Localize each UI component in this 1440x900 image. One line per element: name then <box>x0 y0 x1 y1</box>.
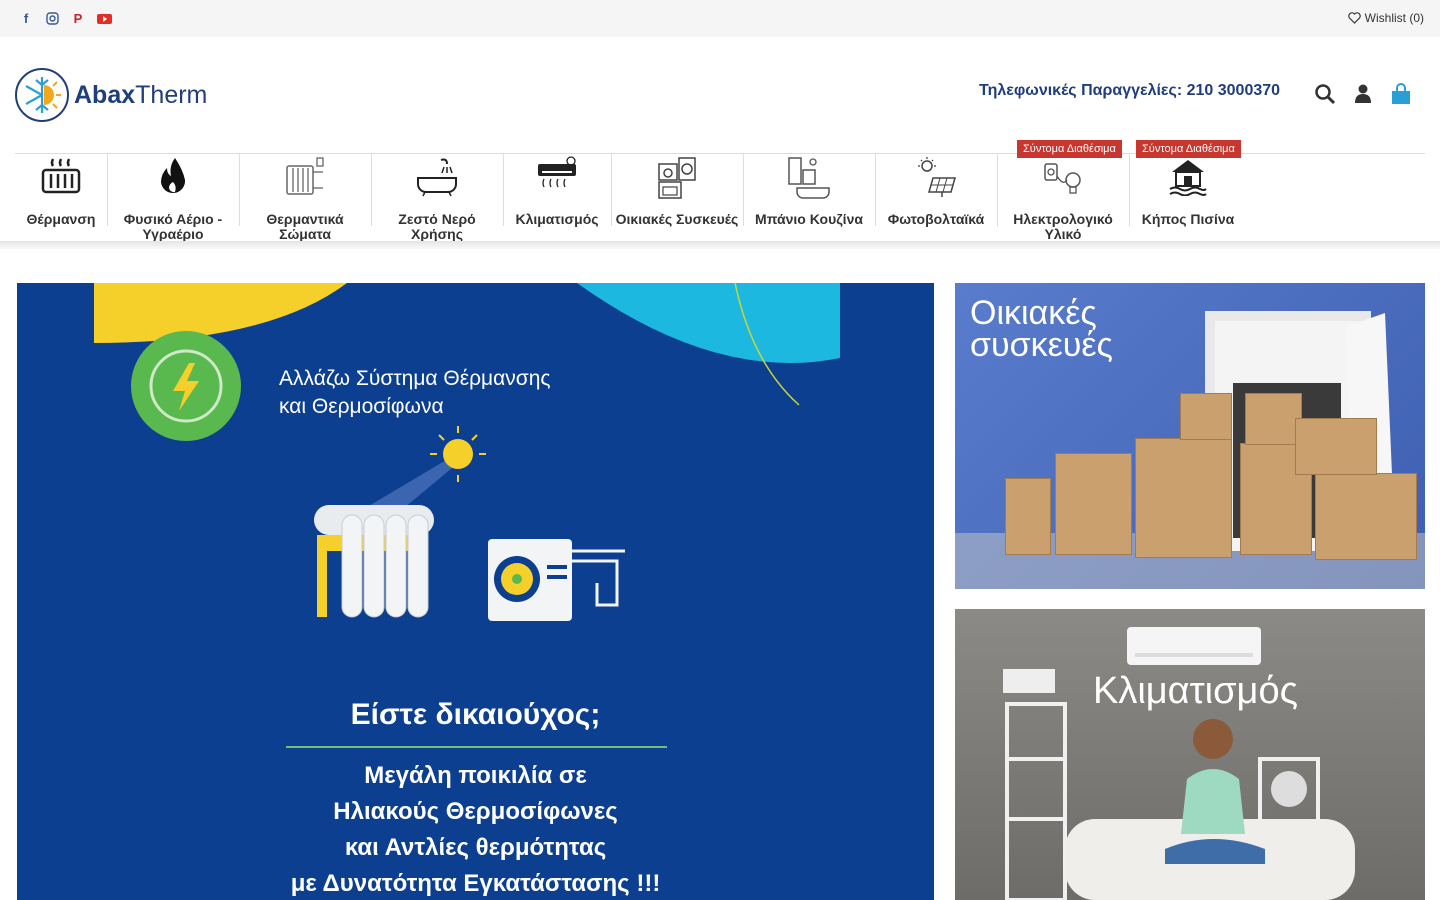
heater-icon <box>41 158 81 194</box>
pinterest-icon[interactable]: P <box>70 10 86 26</box>
box <box>1135 438 1232 558</box>
nav-item-garden-pool[interactable]: Σύντομα Διαθέσιμα Κήπος Πισίνα <box>1129 140 1247 227</box>
nav-item-air-conditioning[interactable]: Κλιματισμός <box>503 154 612 227</box>
logo[interactable]: AbaxTherm <box>14 67 207 123</box>
wishlist-link[interactable]: Wishlist (0) <box>1347 11 1424 25</box>
box <box>1180 393 1232 440</box>
nav-item-bath-kitchen[interactable]: Μπάνιο Κουζίνα <box>743 154 876 227</box>
wishlist-label: Wishlist (0) <box>1364 11 1424 25</box>
promo-air-conditioning[interactable]: Κλιματισμός <box>955 609 1425 900</box>
search-icon[interactable] <box>1314 83 1336 105</box>
logo-text: AbaxTherm <box>74 80 208 109</box>
nav-item-electrical[interactable]: Σύντομα Διαθέσιμα Ηλεκτρολογικό Υλικό <box>997 140 1130 242</box>
site-header: AbaxTherm Τηλεφωνικές Παραγγελίες: 210 3… <box>0 37 1440 153</box>
box <box>1295 418 1377 475</box>
bath-kitchen-icon <box>788 157 830 199</box>
bathtub-icon <box>417 158 457 197</box>
flame-icon <box>161 158 186 194</box>
air-conditioning-scene <box>1003 627 1355 900</box>
nav-label: Ζεστό Νερό Χρήσης <box>398 211 476 242</box>
phone-orders[interactable]: Τηλεφωνικές Παραγγελίες: 210 3000370 <box>979 82 1280 100</box>
nav-item-appliances[interactable]: Οικιακές Συσκευές <box>611 154 744 227</box>
nav-label: Θερμαντικά Σώματα <box>266 211 344 242</box>
promo-appliances[interactable]: Οικιακές συσκευές <box>955 283 1425 589</box>
nav-label: Φωτοβολταϊκά <box>887 211 985 227</box>
top-bar: f P Wishlist (0) <box>0 0 1440 37</box>
nav-item-hot-water[interactable]: Ζεστό Νερό Χρήσης <box>371 154 504 242</box>
nav-label: Φυσικό Αέριο - Υγραέριο <box>123 211 223 242</box>
snowflake-sun-logo-icon <box>15 68 69 122</box>
hero-banner[interactable]: Αλλάζω Σύστημα Θέρμανσης και Θερμοσίφωνα… <box>17 283 934 900</box>
category-menu: Θέρμανση Φυσικό Αέριο - Υγραέριο Θερμαντ… <box>15 140 1425 242</box>
nav-label: Μπάνιο Κουζίνα <box>755 211 863 227</box>
header-actions <box>1314 83 1412 105</box>
box <box>1315 473 1417 560</box>
youtube-icon[interactable] <box>96 10 112 26</box>
nav-label: Κήπος Πισίνα <box>1141 211 1235 227</box>
air-conditioner-icon <box>538 156 576 188</box>
nav-item-heating[interactable]: Θέρμανση <box>15 154 108 227</box>
hero-question: Είστε δικαιούχος; <box>350 698 601 731</box>
user-icon[interactable] <box>1353 83 1373 105</box>
instagram-icon[interactable] <box>44 10 60 26</box>
hero-body: Μεγάλη ποικιλία σε Ηλιακούς Θερμοσίφωνες… <box>290 762 661 897</box>
electrical-icon <box>1044 163 1081 194</box>
nav-item-photovoltaics[interactable]: Φωτοβολταϊκά <box>875 154 998 227</box>
house-pool-icon <box>1169 160 1207 196</box>
hero-heading: Αλλάζω Σύστημα Θέρμανσης και Θερμοσίφωνα <box>279 367 551 418</box>
nav-label: Ηλεκτρολογικό Υλικό <box>1013 211 1113 242</box>
nav-label: Κλιματισμός <box>515 211 599 227</box>
social-links: f P <box>18 10 112 26</box>
appliances-icon <box>658 157 696 199</box>
promo-air-conditioning-title: Κλιματισμός <box>1093 670 1298 712</box>
nav-label: Οικιακές Συσκευές <box>615 211 739 227</box>
radiator-icon <box>286 157 324 195</box>
solar-panel-icon <box>918 157 956 197</box>
box <box>1005 478 1051 555</box>
heart-icon <box>1347 12 1361 24</box>
shopping-bag-icon[interactable] <box>1390 83 1412 105</box>
nav-shadow <box>0 241 1440 249</box>
box <box>1055 453 1132 555</box>
nav-item-radiators[interactable]: Θερμαντικά Σώματα <box>239 154 372 242</box>
facebook-icon[interactable]: f <box>18 10 34 26</box>
promo-appliances-title: Οικιακές συσκευές <box>970 294 1113 364</box>
nav-label: Θέρμανση <box>26 211 96 227</box>
hero-divider <box>286 746 667 748</box>
box <box>1245 393 1302 445</box>
nav-item-gas[interactable]: Φυσικό Αέριο - Υγραέριο <box>107 154 240 242</box>
